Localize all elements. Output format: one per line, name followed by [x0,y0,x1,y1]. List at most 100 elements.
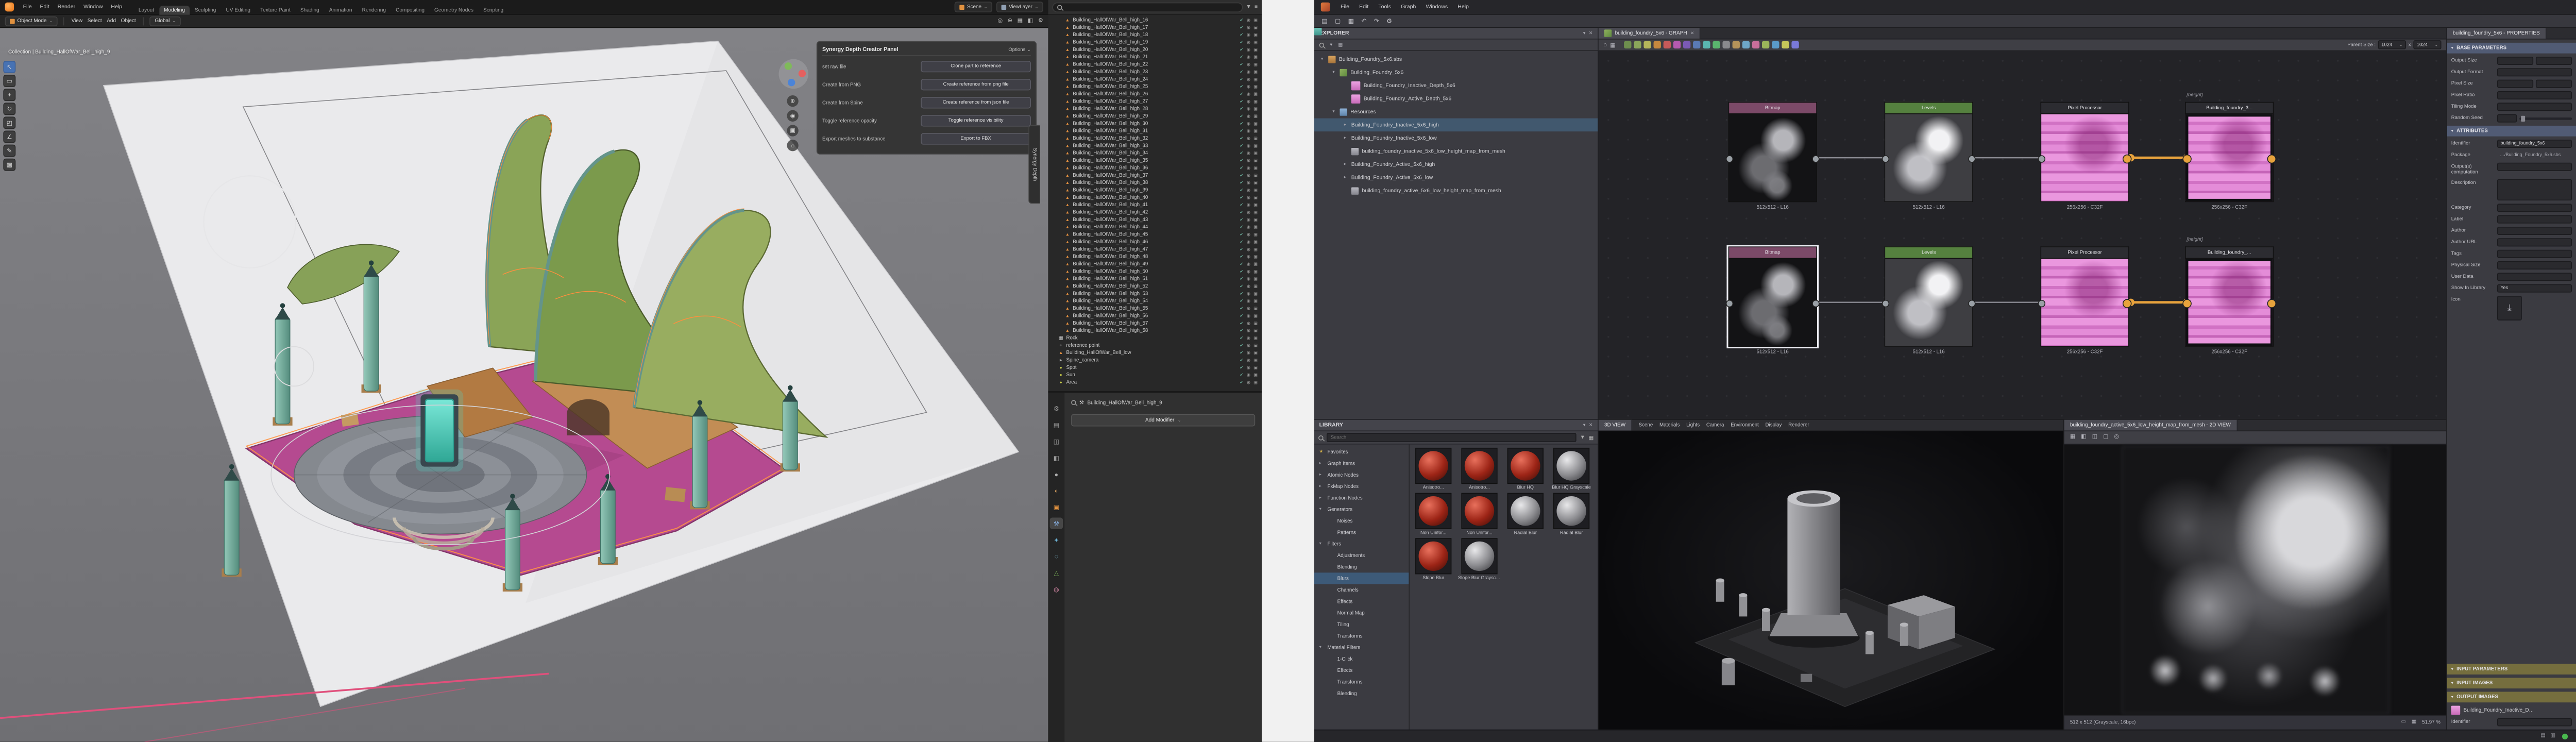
field-input[interactable] [2497,80,2533,88]
selectable-toggle-icon[interactable]: ✔ [1240,210,1243,215]
field-input[interactable] [2497,179,2572,200]
viewport-nav-button[interactable]: ◉ [787,110,798,122]
outliner-row[interactable]: Building_HallOfWar_Bell_high_28 ✔ ◉ ▣ [1048,105,1262,112]
hide-in-viewport-icon[interactable]: ◉ [1247,328,1250,333]
selectable-toggle-icon[interactable]: ✔ [1240,40,1243,45]
node-palette-icon[interactable] [1634,41,1641,48]
outliner-options-icon[interactable]: ≡ [1255,4,1258,10]
workspace-tab[interactable]: Compositing [391,5,430,14]
workspace-tab[interactable]: Rendering [357,5,391,14]
outliner-row[interactable]: Sun ✔ ◉ ▣ [1048,372,1262,379]
search-icon[interactable] [1071,400,1076,405]
graph-node[interactable]: Bitmap 512x512 - L16 [1728,102,1817,210]
outliner-row[interactable]: Building_HallOfWar_Bell_high_20 ✔ ◉ ▣ [1048,46,1262,53]
panel-menu-icon[interactable]: ▾ [1583,423,1586,428]
hide-in-viewport-icon[interactable]: ◉ [1247,373,1250,378]
hide-in-viewport-icon[interactable]: ◉ [1247,313,1250,318]
disable-in-render-icon[interactable]: ▣ [1253,106,1258,111]
viewport-header-icon[interactable]: ⊕ [1008,18,1012,24]
status-icon[interactable]: ▥ [2551,733,2556,738]
workspace-tab[interactable]: Modeling [159,5,190,14]
hide-in-viewport-icon[interactable]: ◉ [1247,284,1250,289]
graph-canvas[interactable]: Bitmap 512x512 - L16 Levels [1599,51,2446,419]
disable-in-render-icon[interactable]: ▣ [1253,306,1258,311]
node-palette-icon[interactable] [1771,41,1778,48]
selectable-toggle-icon[interactable]: ✔ [1240,25,1243,30]
section-input-images[interactable]: ▾ INPUT IMAGES [2447,678,2576,688]
properties-tab-icon[interactable]: ◧ [1050,452,1063,463]
disable-in-render-icon[interactable]: ▣ [1253,321,1258,326]
selectable-toggle-icon[interactable]: ✔ [1240,180,1243,185]
viewport-tool-button[interactable]: ↖ [3,61,15,73]
app-icon[interactable] [1321,3,1330,12]
menu-item[interactable]: Render [54,4,79,10]
disable-in-render-icon[interactable]: ▣ [1253,84,1258,89]
hide-in-viewport-icon[interactable]: ◉ [1247,92,1250,97]
disable-in-render-icon[interactable]: ▣ [1253,380,1258,385]
selectable-toggle-icon[interactable]: ✔ [1240,121,1243,126]
panel-row-button[interactable]: Create reference from json file [921,97,1031,108]
2d-view-tool-icon[interactable]: ◫ [2092,435,2097,441]
disable-in-render-icon[interactable]: ▣ [1253,313,1258,318]
hide-in-viewport-icon[interactable]: ◉ [1247,62,1250,67]
outliner-row[interactable]: Building_HallOfWar_Bell_high_55 ✔ ◉ ▣ [1048,305,1262,312]
hide-in-viewport-icon[interactable]: ◉ [1247,321,1250,326]
menu-item[interactable]: File [19,4,36,10]
viewport-tool-button[interactable]: ∠ [3,131,15,143]
axis-y-handle[interactable] [785,62,792,70]
viewport-tool-button[interactable]: ✎ [3,145,15,157]
properties-tab-icon[interactable]: ◐ [1050,485,1063,496]
properties-tab-icon[interactable]: ▣ [1050,501,1063,513]
outliner-row[interactable]: Building_HallOfWar_Bell_high_40 ✔ ◉ ▣ [1048,194,1262,201]
toolbar-icon[interactable]: ▦ [1348,18,1354,24]
outliner-row[interactable]: Area ✔ ◉ ▣ [1048,379,1262,386]
outliner-row[interactable]: Building_HallOfWar_Bell_high_39 ✔ ◉ ▣ [1048,187,1262,194]
selectable-toggle-icon[interactable]: ✔ [1240,55,1243,60]
blender-logo-icon[interactable] [5,3,14,12]
2d-view-tool-icon[interactable]: ◧ [2081,435,2086,441]
field-input[interactable] [2497,227,2572,235]
disable-in-render-icon[interactable]: ▣ [1253,343,1258,348]
disable-in-render-icon[interactable]: ▣ [1253,70,1258,75]
fit-view-icon[interactable]: ▭ [2401,720,2406,725]
disable-in-render-icon[interactable]: ▣ [1253,299,1258,304]
hide-in-viewport-icon[interactable]: ◉ [1247,262,1250,267]
workspace-tab[interactable]: Texture Paint [256,5,296,14]
parent-height-select[interactable]: 1024⌄ [2413,40,2441,49]
selectable-toggle-icon[interactable]: ✔ [1240,373,1243,378]
menu-item[interactable]: Help [1453,4,1474,10]
2d-view-tab[interactable]: building_foundry_active_5x6_low_height_m… [2064,420,2238,431]
node-palette-icon[interactable] [1692,41,1700,48]
selectable-toggle-icon[interactable]: ✔ [1240,106,1243,111]
outliner-row[interactable]: Building_HallOfWar_Bell_high_30 ✔ ◉ ▣ [1048,120,1262,127]
library-node[interactable]: Blur HQ [1504,448,1547,491]
outliner-row[interactable]: Spot ✔ ◉ ▣ [1048,364,1262,371]
explorer-tree-item[interactable]: ▸ Building_Foundry_Active_5x6_low [1314,171,1598,184]
disable-in-render-icon[interactable]: ▣ [1253,365,1258,370]
sidebar-tab-synergy-depth[interactable]: Synergy Depth [1028,125,1040,204]
2d-view-tool-icon[interactable]: ▢ [2103,435,2108,441]
library-category[interactable]: Channels [1314,584,1409,596]
field-input[interactable] [2497,57,2533,65]
selectable-toggle-icon[interactable]: ✔ [1240,62,1243,67]
viewport-menu-item[interactable]: View [70,18,84,24]
viewport-tool-button[interactable]: + [3,89,15,101]
outliner-row[interactable]: Building_HallOfWar_Bell_high_53 ✔ ◉ ▣ [1048,290,1262,297]
selectable-toggle-icon[interactable]: ✔ [1240,188,1243,193]
explorer-tree-item[interactable]: building_foundry_active_5x6_low_height_m… [1314,184,1598,197]
panel-row-button[interactable]: Toggle reference visibility [921,115,1031,126]
properties-tab-icon[interactable]: △ [1050,567,1063,578]
disable-in-render-icon[interactable]: ▣ [1253,77,1258,82]
workspace-tab[interactable]: Animation [324,5,357,14]
node-palette-icon[interactable] [1702,41,1709,48]
library-category[interactable]: Tiling [1314,619,1409,630]
selectable-toggle-icon[interactable]: ✔ [1240,335,1243,341]
library-category[interactable]: ▾ Generators [1314,503,1409,515]
disable-in-render-icon[interactable]: ▣ [1253,92,1258,97]
node-palette-icon[interactable] [1713,41,1720,48]
disable-in-render-icon[interactable]: ▣ [1253,350,1258,356]
selectable-toggle-icon[interactable]: ✔ [1240,262,1243,267]
outliner-row[interactable]: Building_HallOfWar_Bell_high_45 ✔ ◉ ▣ [1048,231,1262,238]
disable-in-render-icon[interactable]: ▣ [1253,277,1258,282]
expand-arrow-icon[interactable]: ▸ [1342,136,1348,141]
